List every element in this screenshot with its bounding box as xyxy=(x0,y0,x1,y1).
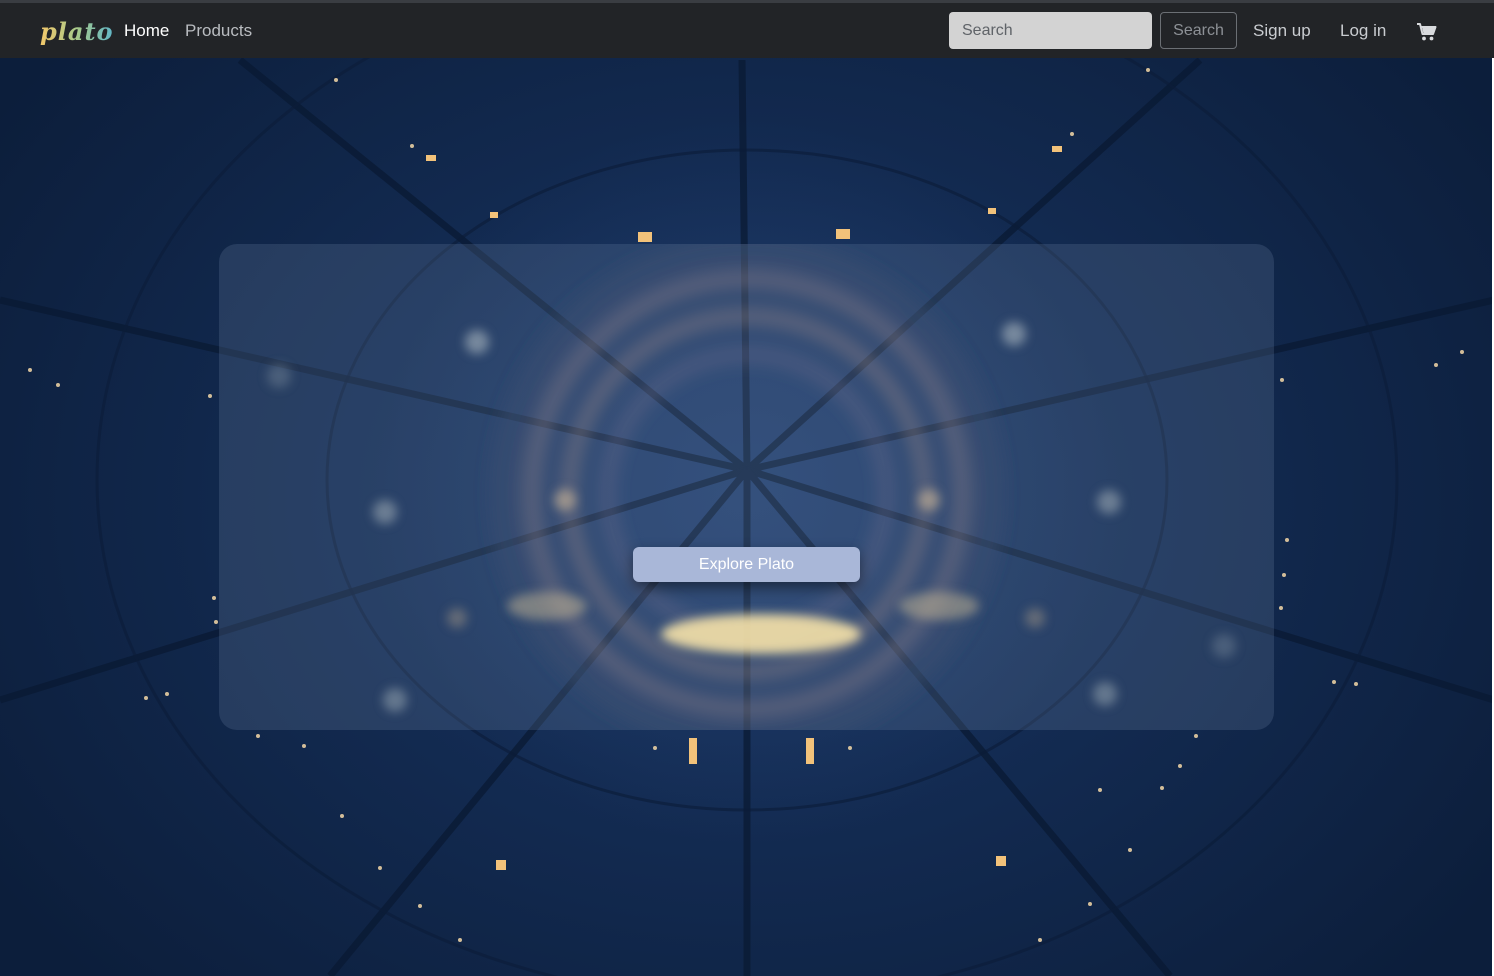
search-button[interactable]: Search xyxy=(1160,12,1237,49)
brand-logo[interactable]: plato xyxy=(40,17,114,46)
sign-up-link[interactable]: Sign up xyxy=(1253,21,1311,41)
shopping-cart-icon[interactable] xyxy=(1416,22,1438,42)
cart-glyph xyxy=(1417,23,1437,41)
hero-greeting: Hello xyxy=(654,374,914,504)
search-input[interactable] xyxy=(949,12,1152,49)
nav-link-home[interactable]: Home xyxy=(124,21,169,41)
explore-plato-button[interactable]: Explore Plato xyxy=(633,547,860,582)
hero-glass-card: Hello Explore Plato xyxy=(219,244,1274,730)
nav-link-products[interactable]: Products xyxy=(185,21,252,41)
hero-greeting-text: Hello xyxy=(654,377,910,500)
navbar: plato Home Products Search Sign up Log i… xyxy=(0,0,1494,58)
log-in-link[interactable]: Log in xyxy=(1340,21,1386,41)
